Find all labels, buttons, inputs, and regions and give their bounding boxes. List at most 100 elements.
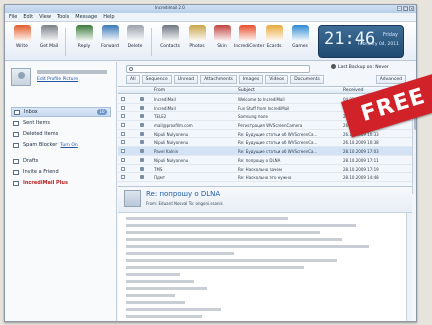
incredicenter-button[interactable]: IncrediCenter (234, 25, 264, 59)
search-icon (129, 67, 133, 71)
trash-icon (13, 131, 19, 137)
row-checkbox[interactable] (121, 105, 125, 110)
filter-bar: All Sequence Unread Attachments Images V… (118, 75, 412, 85)
contacts-button[interactable]: Contacts (157, 25, 183, 59)
preview-header: Re: попрошу о DLNA From: Eduard Nosval T… (118, 187, 412, 213)
sent-icon (13, 120, 19, 126)
incredimail-plus-item[interactable]: IncrediMail Plus (11, 178, 111, 188)
text-line (126, 287, 207, 290)
row-checkbox[interactable] (121, 175, 125, 180)
games-button[interactable]: Games (287, 25, 313, 59)
row-subject: Fun Stuff from IncrediMail (238, 105, 290, 111)
ecards-button[interactable]: Ecards (261, 25, 287, 59)
text-line (126, 259, 337, 262)
row-checkbox[interactable] (121, 97, 125, 101)
delete-icon (126, 25, 144, 42)
menu-help[interactable]: Help (103, 14, 114, 20)
folder-drafts[interactable]: Drafts (11, 156, 111, 166)
get-mail-label: Get Mail (39, 44, 59, 49)
write-icon (13, 25, 31, 42)
row-from: TMS (154, 166, 163, 172)
reply-icon (75, 25, 93, 42)
message-row[interactable]: Пдмт Re: Наскольно это нужно 28.10.2009 14… (118, 173, 412, 182)
preview-body (126, 217, 396, 321)
menu-edit[interactable]: Edit (23, 14, 33, 20)
row-from: mail@proxfilm.com (154, 123, 193, 129)
column-from[interactable]: From (154, 88, 165, 93)
write-button[interactable]: Write (9, 25, 35, 59)
folder-label: Inbox (24, 109, 38, 115)
row-from: IncrediMail (154, 97, 176, 102)
row-subject: Re: Будущие статьи об WVScreenCa... (238, 131, 318, 137)
envelope-icon (140, 175, 144, 180)
message-row-selected[interactable]: Pavel Kalnin Re: Будущие статьи об WVScre… (118, 147, 412, 156)
menu-tools[interactable]: Tools (57, 14, 69, 20)
row-checkbox[interactable] (121, 114, 125, 119)
clock-date: February 04, 2011 (357, 42, 399, 47)
text-line (126, 245, 369, 248)
filter-all[interactable]: All (126, 75, 140, 84)
close-button[interactable]: × (409, 6, 414, 11)
spam-turn-on-link[interactable]: Turn On (60, 143, 77, 148)
row-checkbox[interactable] (121, 157, 125, 162)
delete-button[interactable]: Delete (122, 25, 148, 59)
filter-sequence[interactable]: Sequence (141, 75, 172, 84)
menu-file[interactable]: File (9, 14, 17, 20)
row-checkbox[interactable] (121, 123, 125, 128)
menu-view[interactable]: View (39, 14, 51, 20)
ecards-label: Ecards (266, 44, 282, 49)
get-mail-button[interactable]: Get Mail (36, 25, 62, 59)
maximize-button[interactable]: □ (403, 6, 408, 11)
drafts-icon (13, 158, 19, 164)
column-received[interactable]: Received (343, 88, 363, 93)
minimize-button[interactable]: – (397, 6, 402, 11)
filter-documents[interactable]: Documents (290, 75, 324, 84)
row-checkbox[interactable] (121, 140, 125, 145)
folder-sent-items[interactable]: Sent Items (11, 118, 111, 128)
row-from: Nipuli Nulyanenu (154, 157, 189, 163)
invite-friend-item[interactable]: Invite a Friend (11, 167, 111, 177)
filter-unread[interactable]: Unread (173, 75, 199, 84)
skin-button[interactable]: Skin (209, 25, 235, 59)
text-line (126, 315, 202, 318)
search-input[interactable] (126, 65, 310, 73)
get-mail-icon (40, 25, 58, 42)
text-line (126, 231, 321, 234)
folder-deleted-items[interactable]: Deleted Items (11, 129, 111, 139)
message-row[interactable]: Nipuli Nulyanenu Re: Будущие статьи об WV… (118, 138, 412, 148)
edit-profile-picture-link[interactable]: Edit Profile Picture (37, 77, 78, 82)
forward-button[interactable]: Forward (97, 25, 123, 59)
mail-client-window: Incredimail 2.0 – □ × File Edit View Too… (4, 4, 417, 322)
avatar[interactable] (11, 68, 31, 86)
filter-videos[interactable]: Videos (265, 75, 289, 84)
text-line (126, 266, 305, 269)
row-subject: Re: Будущие статьи об WVScreenCa... (238, 149, 318, 155)
message-row[interactable]: Nipuli Nulyanenu Re: попрошу о DLNA 28.10.… (118, 156, 412, 165)
row-from: Пдмт (154, 175, 166, 181)
folder-spam-blocker[interactable]: Spam Blocker Turn On (11, 140, 111, 150)
filter-attachments[interactable]: Attachments (200, 75, 237, 84)
column-subject[interactable]: Subject (238, 88, 255, 93)
menu-message[interactable]: Message (75, 14, 97, 20)
row-checkbox[interactable] (121, 149, 125, 154)
row-from: TELE2 (154, 114, 167, 120)
envelope-icon (140, 166, 144, 171)
row-date: 28.10.2009 17:11 (343, 157, 379, 163)
filter-images[interactable]: Images (238, 75, 264, 84)
row-subject: Регистрация WVScreenCamera (238, 123, 303, 129)
message-row[interactable]: TMS Re: Наскольно зачем 28.10.2009 17:19 (118, 165, 412, 174)
envelope-icon (140, 157, 144, 162)
inbox-icon (14, 109, 20, 115)
row-date: 28.10.2009 17:19 (343, 166, 379, 172)
row-date: 28.10.2009 14:48 (343, 175, 379, 181)
row-checkbox[interactable] (121, 166, 125, 171)
sender-avatar (124, 190, 141, 207)
preview-scrollbar[interactable] (406, 213, 412, 321)
window-title: Incredimail 2.0 (155, 5, 185, 10)
write-label: Write (16, 44, 28, 49)
photos-button[interactable]: Photos (184, 25, 210, 59)
folder-inbox[interactable]: Inbox 10 (11, 107, 111, 117)
row-checkbox[interactable] (121, 131, 125, 136)
reply-button[interactable]: Reply (71, 25, 97, 59)
title-bar: Incredimail 2.0 – □ × (5, 5, 416, 13)
